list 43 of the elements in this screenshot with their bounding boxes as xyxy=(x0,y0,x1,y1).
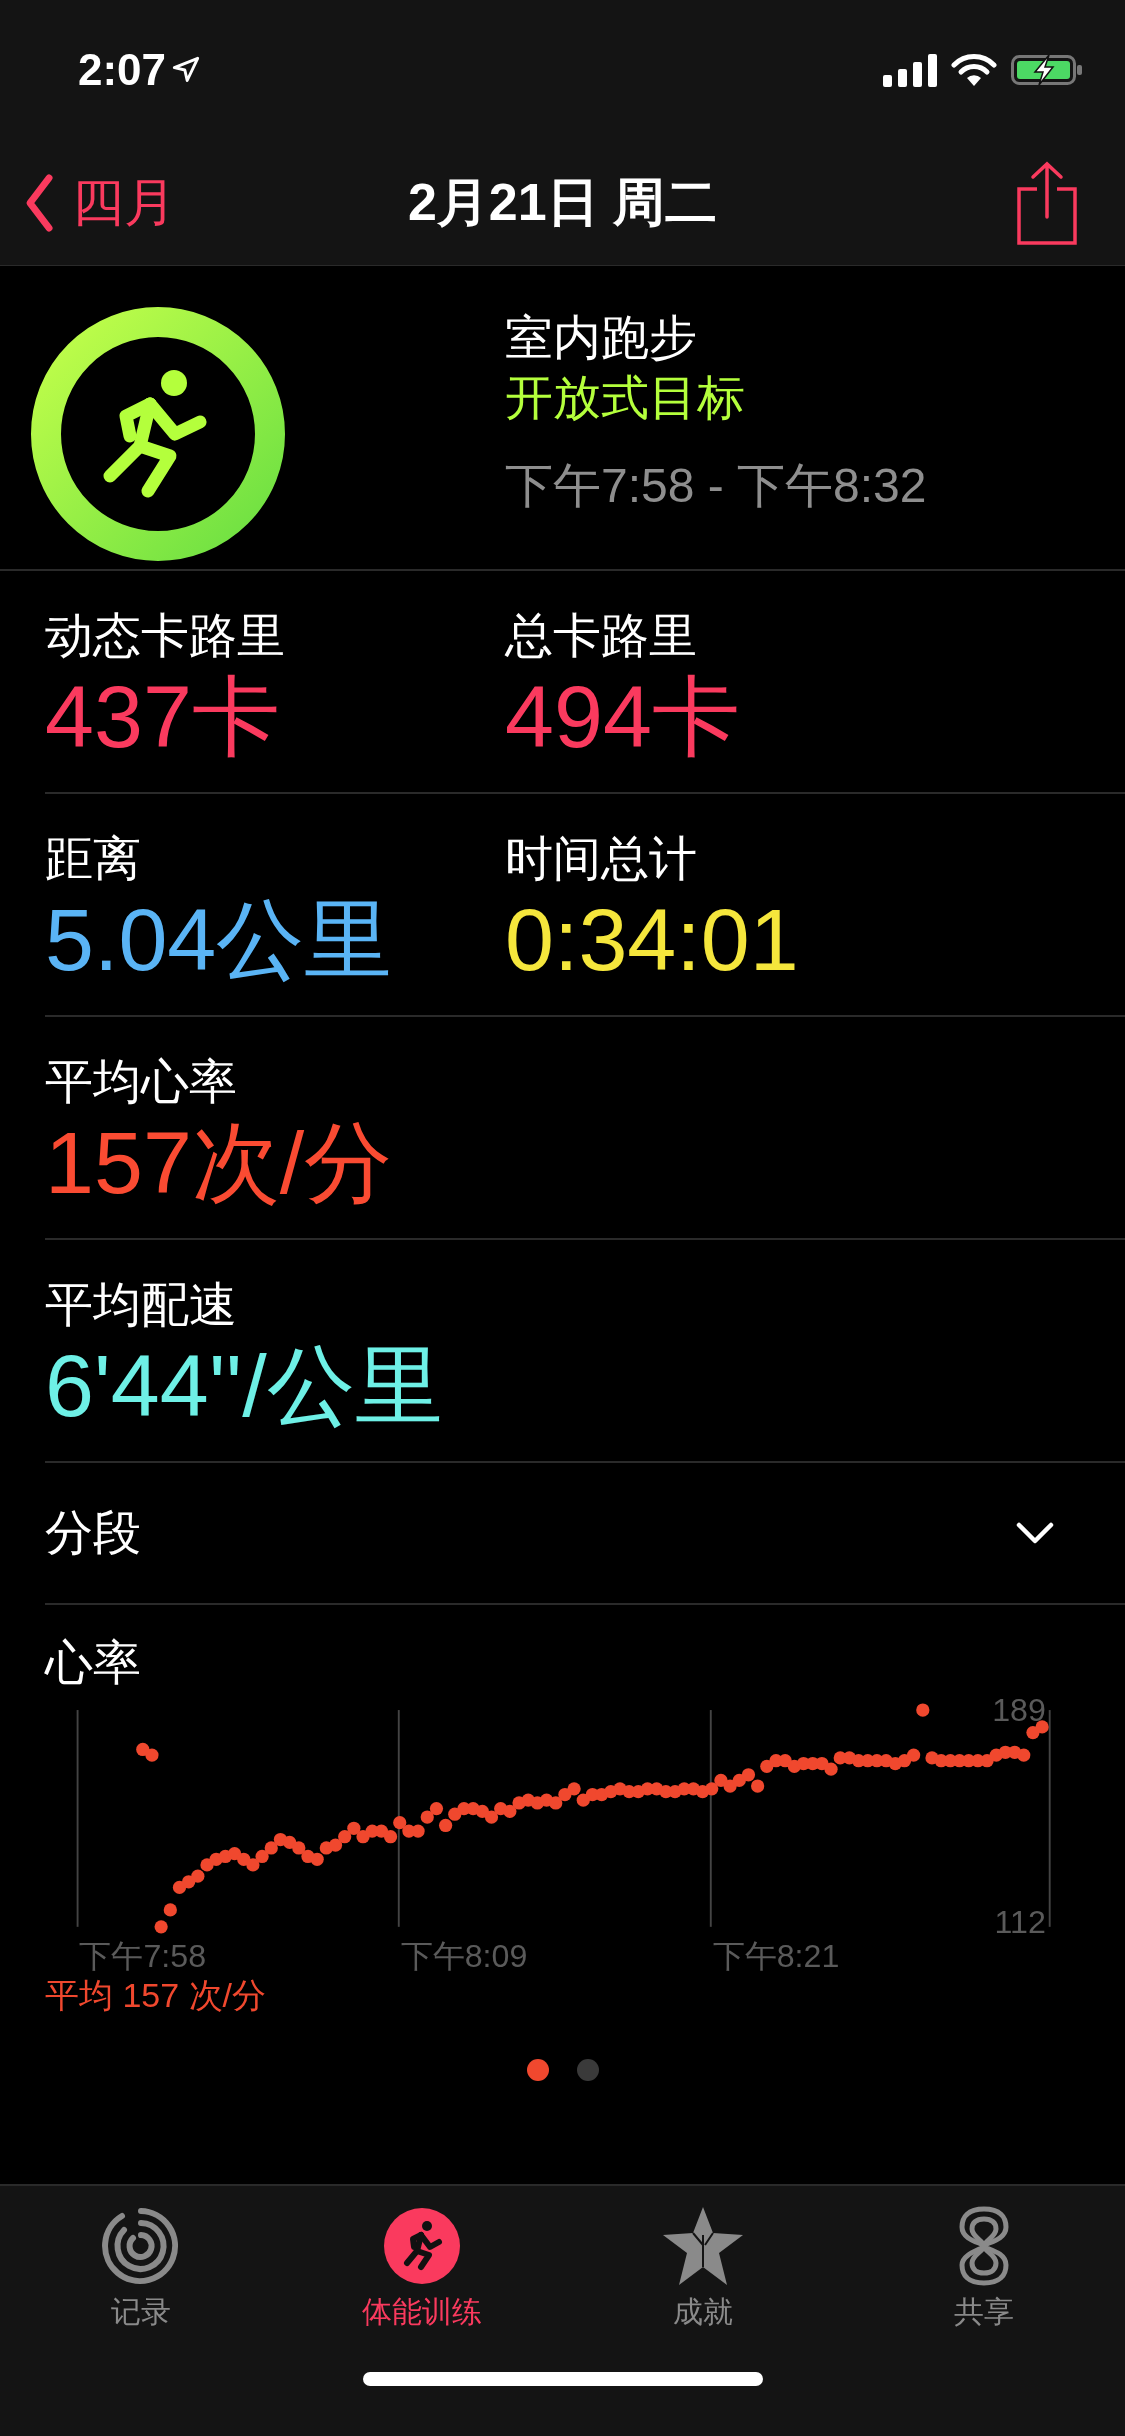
share-icon[interactable] xyxy=(1017,160,1077,245)
splits-label: 分段 xyxy=(45,1505,141,1561)
battery-charging-icon xyxy=(1011,53,1083,87)
workout-time-range: 下午7:58 - 下午8:32 xyxy=(505,458,927,514)
signal-icon xyxy=(883,53,937,87)
average-heart-rate: 平均 157 次/分 xyxy=(45,1975,267,2016)
nav-title: 2月21日 周二 xyxy=(406,171,719,233)
workout-name: 室内跑步 xyxy=(505,310,698,366)
runner-icon xyxy=(382,2207,461,2285)
metric-value: 5.04公里 xyxy=(45,889,394,991)
chart-title: 心率 xyxy=(45,1635,142,1691)
splits-row[interactable]: 分段 xyxy=(45,1463,1125,1605)
metric-value: 494卡 xyxy=(505,666,741,768)
status-time: 2:07 xyxy=(78,45,167,95)
metric-value: 437卡 xyxy=(45,666,281,768)
metric-value: 0:34:01 xyxy=(505,889,800,991)
sharing-icon xyxy=(958,2205,1011,2287)
tab[interactable]: 记录 xyxy=(0,2186,282,2334)
metric-label: 距离 xyxy=(45,831,142,887)
y-axis-label: 189 xyxy=(992,1693,1046,1729)
metric-label: 平均心率 xyxy=(45,1054,238,1110)
back-button[interactable]: 四月 xyxy=(24,167,176,238)
back-chevron-icon xyxy=(24,172,54,233)
wifi-icon xyxy=(951,53,997,87)
metric-value: 157次/分 xyxy=(45,1112,394,1214)
page-dot[interactable] xyxy=(526,2059,549,2081)
y-axis-label: 112 xyxy=(994,1903,1046,1940)
workout-ring-icon xyxy=(30,306,286,562)
page-dot[interactable] xyxy=(576,2059,599,2081)
tab[interactable]: 成就 xyxy=(562,2186,844,2334)
x-axis-label: 下午7:58 xyxy=(79,1937,207,1974)
location-icon xyxy=(172,56,201,84)
x-axis-label: 下午8:09 xyxy=(400,1937,528,1974)
tab[interactable]: 体能训练 xyxy=(281,2186,563,2334)
workout-goal: 开放式目标 xyxy=(505,370,746,426)
metric-label: 平均配速 xyxy=(45,1277,238,1333)
metric-value: 6'44''/公里 xyxy=(45,1335,444,1437)
metric-label: 动态卡路里 xyxy=(45,608,286,664)
metric-label: 时间总计 xyxy=(505,831,698,887)
metric-label: 总卡路里 xyxy=(505,608,698,664)
x-axis-label: 下午8:21 xyxy=(712,1937,840,1974)
tab[interactable]: 共享 xyxy=(843,2186,1125,2334)
rings-icon xyxy=(101,2207,180,2285)
